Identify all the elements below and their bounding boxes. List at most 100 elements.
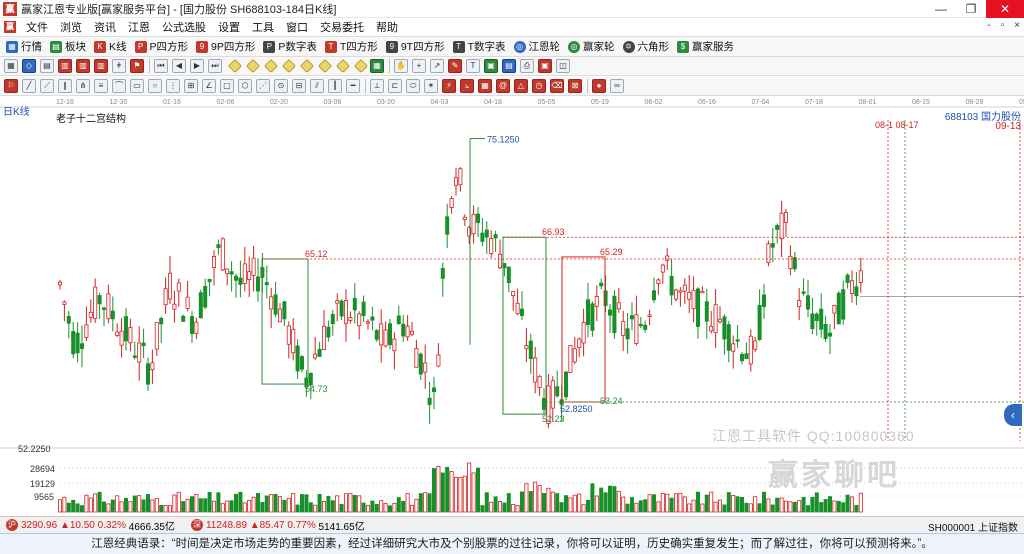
infinity-icon[interactable]: ∞ — [610, 79, 624, 93]
channel-icon[interactable]: ⫽ — [310, 79, 324, 93]
time-icon[interactable]: ◷ — [532, 79, 546, 93]
chart-icon[interactable]: ▤ — [502, 59, 516, 73]
toolbar-gann-wheel-button[interactable]: ◎ 江恩轮 — [513, 39, 560, 54]
side-expand-button[interactable]: ‹ — [1004, 404, 1022, 426]
fan-icon[interactable]: ⋔ — [76, 79, 90, 93]
menu-gann[interactable]: 江恩 — [122, 19, 156, 35]
multi-window-icon[interactable]: ◫ — [556, 59, 570, 73]
star-icon[interactable]: ✶ — [424, 79, 438, 93]
angle2-icon[interactable]: ⦣ — [460, 79, 474, 93]
hline-icon[interactable]: ━ — [346, 79, 360, 93]
toolbar-hexagon-button[interactable]: ✡ 六角形 — [622, 39, 669, 54]
mdi-minimize-button[interactable]: - — [987, 20, 990, 31]
ellipse-icon[interactable]: ⬭ — [406, 79, 420, 93]
print-icon[interactable]: ⎙ — [520, 59, 534, 73]
last-icon[interactable]: ⏭ — [208, 59, 222, 73]
box-icon[interactable]: ⊞ — [184, 79, 198, 93]
pin-icon[interactable]: ⚐ — [4, 79, 18, 93]
grid2-icon[interactable]: ⊟ — [292, 79, 306, 93]
color-icon[interactable]: ● — [592, 79, 606, 93]
fib-icon[interactable]: ≡ — [94, 79, 108, 93]
grid-tool-icon[interactable]: ▦ — [370, 59, 384, 73]
gann-fan-icon[interactable]: ⋰ — [256, 79, 270, 93]
window-icon[interactable]: ▣ — [538, 59, 552, 73]
speed-icon[interactable]: ⚡ — [442, 79, 456, 93]
calendar-icon[interactable]: ▦ — [4, 59, 18, 73]
toolbar-t-square-button[interactable]: T T四方形 — [324, 39, 378, 54]
hand-icon[interactable]: ✋ — [394, 59, 408, 73]
pin2-icon[interactable]: ⟂ — [370, 79, 384, 93]
text-icon[interactable]: T — [466, 59, 480, 73]
diamond-icon-7[interactable] — [335, 58, 351, 74]
bars3-icon[interactable]: ▥ — [94, 59, 108, 73]
cycle-icon[interactable]: ⊙ — [274, 79, 288, 93]
rect-icon[interactable]: ▭ — [130, 79, 144, 93]
toolbar-p-table-button[interactable]: P P数字表 — [263, 39, 317, 54]
first-icon[interactable]: ⏮ — [154, 59, 168, 73]
erase-icon[interactable]: ⌫ — [550, 79, 564, 93]
tri-icon[interactable]: △ — [514, 79, 528, 93]
square9-icon[interactable]: ▦ — [478, 79, 492, 93]
menu-settings[interactable]: 设置 — [212, 19, 246, 35]
menu-file[interactable]: 文件 — [20, 19, 54, 35]
line-icon[interactable]: ╱ — [22, 79, 36, 93]
index-selector[interactable]: SH000001 上证指数 — [928, 519, 1018, 534]
menu-trade[interactable]: 交易委托 — [314, 19, 370, 35]
menu-news[interactable]: 资讯 — [88, 19, 122, 35]
cross-icon[interactable]: + — [412, 59, 426, 73]
close-button[interactable]: ✕ — [986, 0, 1024, 18]
toolbar-quotes-button[interactable]: ▦ 行情 — [6, 39, 42, 54]
toolbar-sector-button[interactable]: ▤ 板块 — [50, 39, 86, 54]
toolbar-winner-wheel-button[interactable]: ◎ 赢家轮 — [568, 39, 615, 54]
diamond-icon-3[interactable] — [263, 58, 279, 74]
diamond-icon-4[interactable] — [281, 58, 297, 74]
angle-icon[interactable]: ∠ — [202, 79, 216, 93]
menu-formula[interactable]: 公式选股 — [156, 19, 212, 35]
minimize-button[interactable]: — — [926, 0, 956, 18]
bars-icon[interactable]: ▥ — [58, 59, 72, 73]
arc-icon[interactable]: ⌒ — [112, 79, 126, 93]
restore-button[interactable]: ❐ — [956, 0, 986, 18]
menu-browse[interactable]: 浏览 — [54, 19, 88, 35]
menu-help[interactable]: 帮助 — [370, 19, 404, 35]
period-icon[interactable]: ⋮ — [166, 79, 180, 93]
menu-tools[interactable]: 工具 — [246, 19, 280, 35]
pen-icon[interactable]: ✎ — [448, 59, 462, 73]
toolbar-9t-square-button[interactable]: 9 9T四方形 — [385, 39, 445, 54]
bars2-icon[interactable]: ▥ — [76, 59, 90, 73]
diamond-icon-1[interactable] — [227, 58, 243, 74]
kline-period-label[interactable]: 日K线 — [3, 103, 30, 118]
toolbar-9p-square-button[interactable]: 9 9P四方形 — [196, 39, 255, 54]
volume-bar — [273, 493, 278, 513]
next-icon[interactable]: ▶ — [190, 59, 204, 73]
compass-icon[interactable]: ◇ — [22, 59, 36, 73]
hex-tool-icon[interactable]: ⬡ — [238, 79, 252, 93]
spiral-icon[interactable]: @ — [496, 79, 510, 93]
mdi-restore-button[interactable]: ▫ — [1001, 20, 1005, 31]
trend-icon[interactable]: ↗ — [430, 59, 444, 73]
toolbar-t-table-button[interactable]: T T数字表 — [452, 39, 506, 54]
parallel-icon[interactable]: ∥ — [58, 79, 72, 93]
menu-window[interactable]: 窗口 — [280, 19, 314, 35]
diamond-icon-8[interactable] — [353, 58, 369, 74]
prev-icon[interactable]: ◀ — [172, 59, 186, 73]
diamond-icon-6[interactable] — [317, 58, 333, 74]
flag-icon[interactable]: ⚑ — [130, 59, 144, 73]
sz-index-status[interactable]: 深 11248.89 ▲85.47 0.77% 5141.65亿 — [190, 518, 365, 533]
lock-icon[interactable]: ⊠ — [568, 79, 582, 93]
square-icon[interactable]: ▢ — [220, 79, 234, 93]
sh-index-status[interactable]: 沪 3290.96 ▲10.50 0.32% 4666.35亿 — [6, 518, 175, 533]
ray-icon[interactable]: ⟋ — [40, 79, 54, 93]
screen-icon[interactable]: ▣ — [484, 59, 498, 73]
diamond-icon-2[interactable] — [245, 58, 261, 74]
ruler-icon[interactable]: ⊏ — [388, 79, 402, 93]
diamond-icon-5[interactable] — [299, 58, 315, 74]
toolbar-kline-button[interactable]: K K线 — [94, 39, 127, 54]
circle-icon[interactable]: ○ — [148, 79, 162, 93]
toolbar-service-button[interactable]: $ 赢家服务 — [677, 39, 734, 54]
vline-icon[interactable]: ┃ — [328, 79, 342, 93]
stick-icon[interactable]: ǂ — [112, 59, 126, 73]
calc-icon[interactable]: ▤ — [40, 59, 54, 73]
toolbar-p-square-button[interactable]: P P四方形 — [134, 39, 188, 54]
mdi-close-button[interactable]: × — [1014, 20, 1020, 31]
